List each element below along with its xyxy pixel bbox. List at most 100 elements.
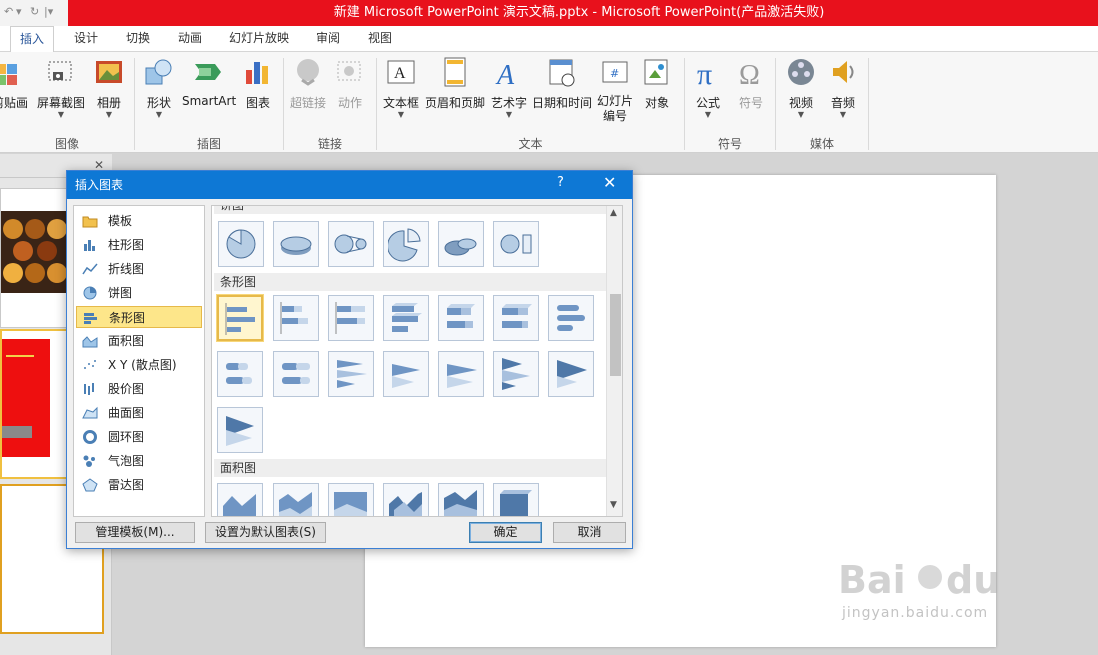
stacked-cylinder-icon [226,363,252,384]
percent-stacked-bar-icon [335,302,365,334]
tab-slideshow[interactable]: 幻灯片放映 [222,26,296,52]
wordart-button[interactable]: A 艺术字 ▼ [490,56,528,119]
chart-option-stacked-cylinder-bar[interactable] [217,351,263,397]
category-area[interactable]: 面积图 [76,330,202,352]
screenshot-button[interactable]: 屏幕截图 ▼ [36,56,86,119]
chart-option-exploded-pie-3d[interactable] [438,221,484,267]
chart-option-3d-stacked-area[interactable] [438,483,484,516]
chart-option-3d-percent-area[interactable] [493,483,539,516]
category-doughnut[interactable]: 圆环图 [76,426,202,448]
chart-option-clustered-pyramid-bar[interactable] [493,351,539,397]
tab-design[interactable]: 设计 [64,26,108,52]
category-surface[interactable]: 曲面图 [76,402,202,424]
pie-of-pie-icon [334,234,367,254]
album-button[interactable]: 相册 ▼ [92,56,126,119]
video-button[interactable]: 视频 ▼ [784,56,818,119]
audio-button[interactable]: 音频 ▼ [826,56,860,119]
chart-icon [246,62,268,84]
ok-button[interactable]: 确定 [469,522,542,543]
chart-option-pie[interactable] [218,221,264,267]
chart-option-percent-area[interactable] [328,483,374,516]
category-bubble[interactable]: 气泡图 [76,450,202,472]
chart-option-percent-cone-bar[interactable] [438,351,484,397]
header-footer-icon [444,57,466,87]
datetime-button[interactable]: 日期和时间 [532,56,592,111]
chart-option-3d-stacked-bar[interactable] [438,295,484,341]
chevron-down-icon: ▼ [505,110,513,119]
chart-option-pie-of-pie[interactable] [328,221,374,267]
equation-button[interactable]: π 公式 ▼ [690,56,726,119]
exploded-pie-3d-icon [444,238,477,256]
tab-insert[interactable]: 插入 [10,26,54,53]
section-header-area: 面积图 [214,459,606,477]
close-button[interactable]: ✕ [603,173,616,192]
help-button[interactable]: ? [557,175,564,190]
category-stock[interactable]: 股价图 [76,378,202,400]
chart-option-stacked-cone-bar[interactable] [383,351,429,397]
chart-option-percent-pyramid-bar[interactable] [217,407,263,453]
clipart-button[interactable]: 剪贴画 [0,56,30,111]
group-label-images: 图像 [54,137,79,151]
chart-option-exploded-pie[interactable] [383,221,429,267]
group-label-text: 文本 [518,137,543,151]
speaker-icon [833,61,854,83]
bar-3d-clustered-icon [392,303,422,332]
chart-option-stacked-pyramid-bar[interactable] [548,351,594,397]
tab-view[interactable]: 视图 [358,26,402,52]
chart-option-area[interactable] [217,483,263,516]
tab-review[interactable]: 审阅 [306,26,350,52]
doughnut-chart-icon [83,430,97,444]
chart-gallery-scrollbar[interactable]: ▲ ▼ [606,206,622,516]
hyperlink-button[interactable]: 超链接 [288,56,328,111]
chart-option-bar-of-pie[interactable] [493,221,539,267]
scroll-up-icon[interactable]: ▲ [610,208,617,218]
svg-text:A: A [394,65,406,82]
chart-option-stacked-bar[interactable] [273,295,319,341]
chart-button[interactable]: 图表 [242,56,274,111]
section-header-pie: 饼图 [214,206,606,214]
wordart-icon: A [495,60,515,88]
category-templates[interactable]: 模板 [76,210,202,232]
chart-option-percent-cylinder-bar[interactable] [273,351,319,397]
object-button[interactable]: 对象 [640,56,674,111]
scatter-chart-icon [84,360,96,369]
symbol-button[interactable]: Ω 符号 [734,56,768,111]
set-default-chart-button[interactable]: 设置为默认图表(S) [205,522,326,543]
tab-transitions[interactable]: 切换 [116,26,160,52]
chart-option-stacked-area[interactable] [273,483,319,516]
textbox-button[interactable]: A 文本框 ▼ [382,56,420,119]
shapes-button[interactable]: 形状 ▼ [142,56,176,119]
chart-option-3d-percent-stacked-bar[interactable] [493,295,539,341]
chart-option-clustered-bar[interactable] [217,295,263,341]
smartart-button[interactable]: SmartArt [182,56,236,108]
chart-option-pie-3d[interactable] [273,221,319,267]
chart-option-3d-area[interactable] [383,483,429,516]
category-bar[interactable]: 条形图 [76,306,202,328]
category-column[interactable]: 柱形图 [76,234,202,256]
section-header-bar: 条形图 [214,273,606,291]
slide-number-button[interactable]: # 幻灯片 编号 [596,56,634,124]
chart-option-percent-stacked-bar[interactable] [328,295,374,341]
scroll-down-icon[interactable]: ▼ [610,500,617,510]
category-pie[interactable]: 饼图 [76,282,202,304]
category-line[interactable]: 折线图 [76,258,202,280]
svg-text:π: π [697,58,712,88]
pie-3d-icon [280,236,312,255]
insert-chart-dialog: 插入图表 ? ✕ 模板 柱形图 折线图 饼图 条形图 面积图 X Y (散点图)… [66,170,633,549]
dialog-title-bar[interactable]: 插入图表 ? ✕ [67,171,632,199]
window-title: 新建 Microsoft PowerPoint 演示文稿.pptx - Micr… [333,5,825,20]
manage-templates-button[interactable]: 管理模板(M)... [75,522,195,543]
cancel-button[interactable]: 取消 [553,522,626,543]
group-label-links: 链接 [317,137,342,151]
chart-option-clustered-cylinder-bar[interactable] [548,295,594,341]
tab-animations[interactable]: 动画 [168,26,212,52]
cylinder-bar-icon [557,305,585,331]
header-footer-button[interactable]: 页眉和页脚 [424,56,486,111]
group-label-symbols: 符号 [717,137,742,151]
category-radar[interactable]: 雷达图 [76,474,202,496]
category-scatter[interactable]: X Y (散点图) [76,354,202,376]
scrollbar-thumb[interactable] [610,294,621,376]
action-button[interactable]: 动作 [334,56,366,111]
chart-option-3d-clustered-bar[interactable] [383,295,429,341]
chart-option-clustered-cone-bar[interactable] [328,351,374,397]
